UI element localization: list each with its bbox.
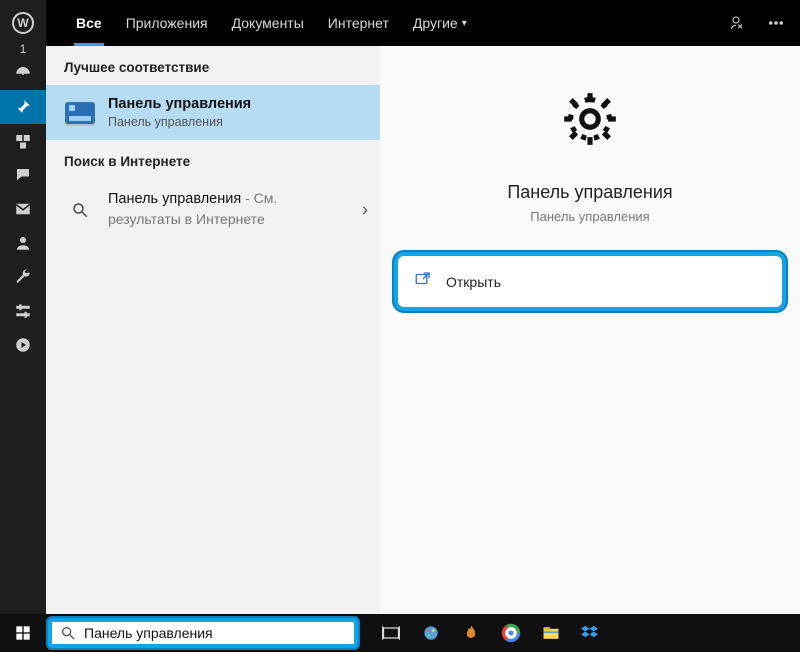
search-icon [62, 193, 98, 227]
taskbar-icons [380, 622, 602, 644]
detail-column: Панель управления Панель управления Откр… [380, 46, 800, 614]
tab-all[interactable]: Все [64, 0, 114, 46]
paint-icon[interactable] [420, 622, 442, 644]
search-tabs: Все Приложения Документы Интернет Другие… [46, 0, 800, 46]
taskbar-search[interactable] [48, 618, 358, 648]
result-web-title: Панель управления [108, 191, 241, 207]
search-flyout: Все Приложения Документы Интернет Другие… [46, 0, 800, 614]
task-view-icon[interactable] [380, 622, 402, 644]
media-icon[interactable] [0, 124, 46, 158]
control-panel-icon [62, 96, 98, 130]
tab-internet[interactable]: Интернет [316, 0, 401, 46]
result-subtitle: Панель управления [108, 114, 251, 130]
best-match-heading: Лучшее соответствие [46, 46, 380, 85]
results-column: Лучшее соответствие Панель управления Па… [46, 46, 380, 614]
chevron-right-icon[interactable]: › [362, 199, 368, 220]
taskbar [0, 614, 800, 652]
tools-icon[interactable] [0, 260, 46, 294]
tab-documents[interactable]: Документы [220, 0, 316, 46]
explorer-icon[interactable] [540, 622, 562, 644]
mail-icon[interactable] [0, 192, 46, 226]
pin-icon[interactable] [0, 90, 46, 124]
play-icon[interactable] [0, 328, 46, 362]
dashboard-icon[interactable] [0, 56, 46, 90]
settings-slider-icon[interactable] [0, 294, 46, 328]
open-label: Открыть [446, 274, 501, 290]
chrome-icon[interactable] [500, 622, 522, 644]
result-title: Панель управления [108, 95, 251, 114]
users-icon[interactable] [0, 226, 46, 260]
tab-apps[interactable]: Приложения [114, 0, 220, 46]
detail-title: Панель управления [507, 182, 672, 203]
search-input[interactable] [84, 625, 346, 641]
search-columns: Лучшее соответствие Панель управления Па… [46, 46, 800, 614]
open-icon [414, 270, 432, 293]
result-web-search[interactable]: Панель управления - См. результаты в Инт… [46, 179, 380, 241]
sidebar-top-label: 1 [20, 42, 27, 56]
result-control-panel[interactable]: Панель управления Панель управления [46, 85, 380, 140]
start-button[interactable] [0, 614, 46, 652]
app-sidebar: W 1 [0, 0, 46, 614]
dropbox-icon[interactable] [580, 622, 602, 644]
feedback-icon[interactable] [722, 9, 750, 37]
more-options-icon[interactable] [762, 9, 790, 37]
chevron-down-icon: ▾ [462, 18, 467, 29]
tab-more-label: Другие [413, 15, 458, 31]
search-icon [60, 625, 76, 641]
gear-icon [555, 84, 625, 154]
open-action[interactable]: Открыть [394, 252, 786, 311]
tab-more[interactable]: Другие ▾ [401, 0, 479, 46]
detail-subtitle: Панель управления [530, 209, 649, 224]
wordpress-icon[interactable]: W [12, 12, 34, 34]
comments-icon[interactable] [0, 158, 46, 192]
flame-icon[interactable] [460, 622, 482, 644]
web-search-heading: Поиск в Интернете [46, 140, 380, 179]
